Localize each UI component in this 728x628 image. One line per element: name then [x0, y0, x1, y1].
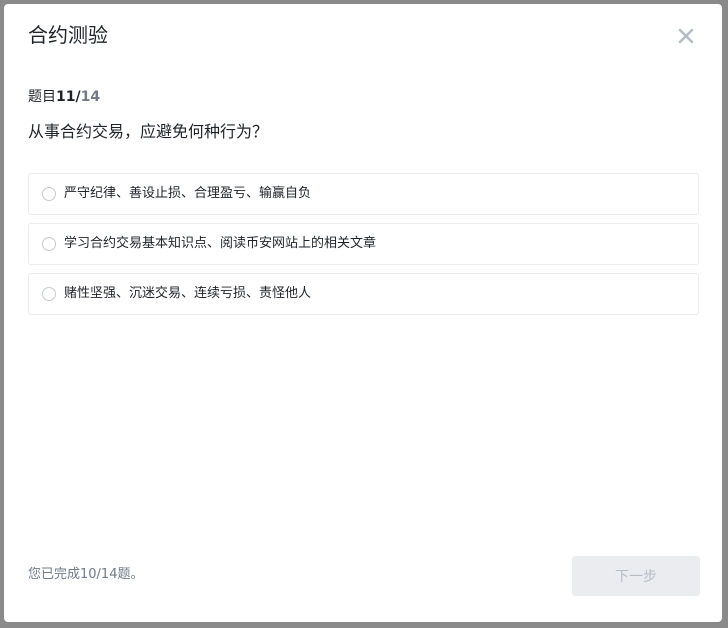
answer-option-label: 严守纪律、善设止损、合理盈亏、输赢自负 [64, 186, 312, 201]
question-counter: 题目11/14 [28, 87, 100, 107]
next-button[interactable]: 下一步 [572, 556, 700, 596]
radio-button[interactable] [42, 287, 56, 301]
counter-total: 14 [80, 89, 101, 105]
quiz-dialog: 合约测验 题目11/14 从事合约交易，应避免何种行为？ 严守纪律、善设止损、合… [4, 4, 722, 622]
answer-option-3[interactable]: 赌性坚强、沉迷交易、连续亏损、责怪他人 [28, 273, 699, 315]
radio-button[interactable] [42, 187, 56, 201]
answer-options: 严守纪律、善设止损、合理盈亏、输赢自负 学习合约交易基本知识点、阅读币安网站上的… [28, 173, 699, 323]
answer-option-2[interactable]: 学习合约交易基本知识点、阅读币安网站上的相关文章 [28, 223, 699, 265]
answer-option-label: 赌性坚强、沉迷交易、连续亏损、责怪他人 [64, 286, 312, 301]
radio-button[interactable] [42, 237, 56, 251]
counter-current: 11 [56, 89, 76, 105]
close-button[interactable] [674, 24, 698, 48]
completion-status: 您已完成10/14题。 [28, 567, 144, 582]
close-icon [678, 28, 694, 44]
dialog-title: 合约测验 [28, 23, 108, 47]
question-text: 从事合约交易，应避免何种行为？ [28, 122, 269, 141]
counter-prefix: 题目 [28, 89, 56, 105]
answer-option-1[interactable]: 严守纪律、善设止损、合理盈亏、输赢自负 [28, 173, 699, 215]
answer-option-label: 学习合约交易基本知识点、阅读币安网站上的相关文章 [64, 236, 377, 251]
